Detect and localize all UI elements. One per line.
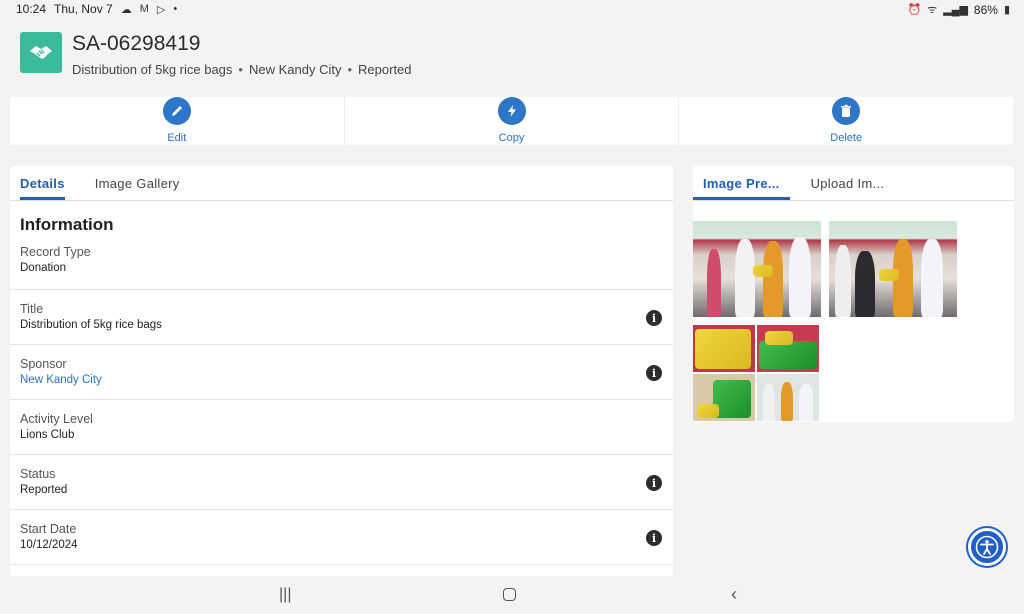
field-value: 10/12/2024 — [20, 539, 78, 551]
tab-image-gallery[interactable]: Image Gallery — [95, 166, 180, 200]
subtitle-status: Reported — [358, 62, 412, 77]
info-icon[interactable]: i — [646, 365, 662, 381]
edit-button[interactable]: Edit — [10, 97, 345, 145]
field-start-date: Start Date 10/12/2024 i — [10, 510, 673, 565]
image-panel: Image Pre... Upload Im... — [693, 166, 1014, 422]
delete-button[interactable]: Delete — [679, 97, 1013, 145]
info-icon[interactable]: i — [646, 310, 662, 326]
field-value: Distribution of 5kg rice bags — [20, 319, 162, 331]
recent-apps-icon[interactable]: ||| — [279, 586, 291, 604]
image-collage[interactable] — [693, 325, 819, 421]
battery-icon: ▮ — [1003, 4, 1010, 16]
tab-upload-image[interactable]: Upload Im... — [801, 166, 895, 200]
field-value: Reported — [20, 484, 68, 496]
field-status: Status Reported i — [10, 455, 673, 510]
more-notifications-icon: • — [173, 3, 178, 15]
field-label: Start Date — [20, 522, 77, 536]
mail-icon: M — [139, 3, 149, 15]
subtitle-title: Distribution of 5kg rice bags — [72, 62, 233, 77]
image-tabs: Image Pre... Upload Im... — [693, 166, 1014, 201]
handshake-icon — [20, 32, 62, 73]
wifi-icon: ᯤ — [927, 4, 938, 16]
copy-label: Copy — [498, 132, 525, 144]
subtitle-sponsor: New Kandy City — [248, 62, 342, 77]
status-date: Thu, Nov 7 — [54, 2, 113, 16]
cloud-icon: ☁ — [120, 3, 132, 16]
record-header: SA-06298419 Distribution of 5kg rice bag… — [20, 32, 412, 77]
details-tabs: Details Image Gallery — [10, 166, 673, 201]
image-thumbnail[interactable] — [829, 221, 957, 317]
play-store-icon: ▷ — [156, 3, 166, 16]
field-label: Title — [20, 302, 44, 316]
info-icon[interactable]: i — [646, 530, 662, 546]
tab-details[interactable]: Details — [20, 166, 65, 200]
trash-icon — [832, 97, 861, 125]
field-value: Donation — [20, 262, 67, 274]
accessibility-button[interactable] — [968, 528, 1006, 566]
details-panel: Details Image Gallery Information Record… — [10, 166, 673, 576]
back-icon[interactable]: ‹ — [731, 584, 737, 605]
status-time: 10:24 — [16, 2, 47, 16]
home-icon[interactable] — [503, 588, 516, 601]
system-nav-bar: ||| ‹ — [0, 578, 1024, 614]
lightning-icon — [497, 97, 526, 125]
accessibility-icon — [975, 535, 999, 559]
info-icon[interactable]: i — [646, 475, 662, 491]
tab-image-preview[interactable]: Image Pre... — [693, 166, 790, 200]
status-bar: 10:24 Thu, Nov 7 ☁ M ▷ • ⏰ ᯤ ▂▄▆ 86% ▮ — [0, 0, 1024, 18]
field-title: Title Distribution of 5kg rice bags i — [10, 290, 673, 345]
delete-label: Delete — [830, 132, 863, 144]
action-bar: Edit Copy Delete — [10, 97, 1013, 145]
field-record-type: Record Type Donation — [10, 235, 673, 290]
image-thumbnail[interactable] — [693, 221, 821, 317]
sponsor-link[interactable]: New Kandy City — [20, 374, 663, 386]
battery-level: 86% — [973, 2, 998, 17]
record-subtitle: Distribution of 5kg rice bags • New Kand… — [72, 62, 412, 77]
copy-button[interactable]: Copy — [345, 97, 680, 145]
section-title: Information — [20, 215, 114, 234]
pencil-icon — [162, 97, 191, 125]
edit-label: Edit — [167, 132, 187, 144]
separator-dot: • — [347, 62, 353, 77]
signal-icon: ▂▄▆ — [943, 4, 968, 16]
alarm-icon: ⏰ — [907, 4, 922, 16]
field-activity-level: Activity Level Lions Club — [10, 400, 673, 455]
field-value: Lions Club — [20, 429, 75, 441]
field-label: Record Type — [20, 245, 91, 259]
separator-dot: • — [238, 62, 243, 77]
field-label: Status — [20, 467, 56, 481]
field-label: Activity Level — [20, 412, 93, 426]
field-sponsor: Sponsor New Kandy City i — [10, 345, 673, 400]
record-number: SA-06298419 — [72, 32, 201, 55]
field-label: Sponsor — [20, 357, 67, 371]
